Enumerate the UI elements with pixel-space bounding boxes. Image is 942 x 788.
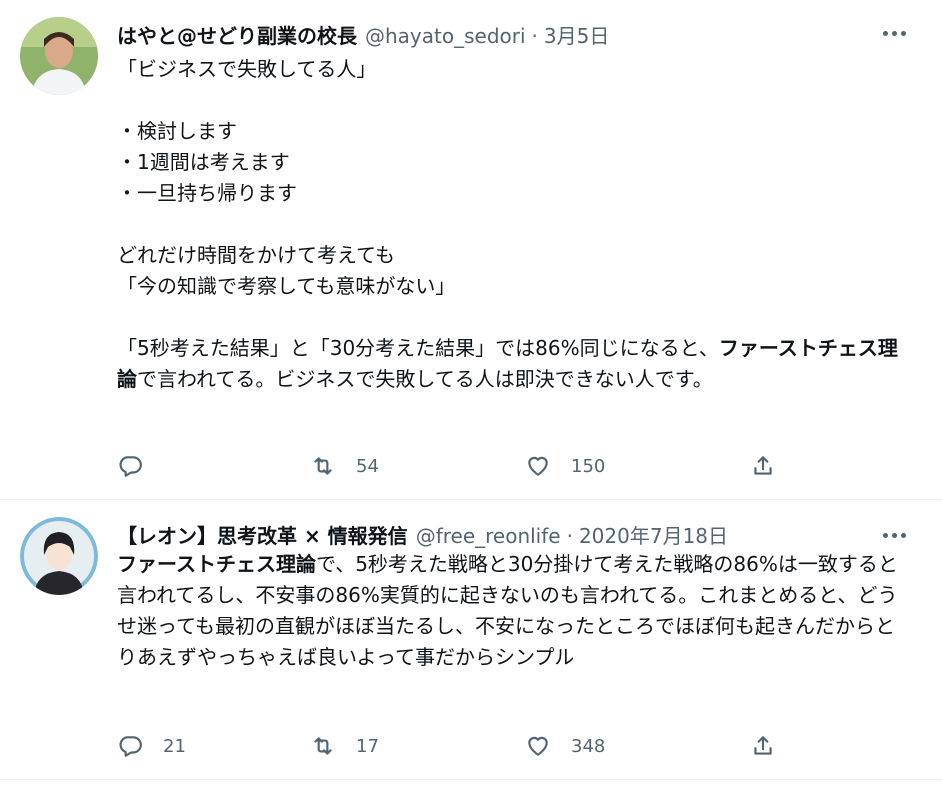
tweet-text: ファーストチェス理論で、5秒考えた戦略と30分掛けて考えた戦略の86%は一致する…	[117, 549, 912, 673]
text-line: 「ビジネスで失敗してる人」	[117, 57, 377, 81]
author-handle[interactable]: @free_reonlife	[416, 524, 561, 548]
tweet-actions: 21 17 348	[117, 726, 817, 766]
author-name[interactable]: はやと@せどり副業の校長	[117, 20, 357, 49]
bold-text: ファーストチェス理論	[117, 552, 316, 576]
avatar[interactable]	[20, 517, 98, 595]
avatar[interactable]	[20, 17, 98, 95]
tweet-date[interactable]: 3月5日	[544, 20, 609, 49]
text-paragraph: 「5秒考えた結果」と「30分考えた結果」では86%同じになると、ファーストチェス…	[117, 333, 912, 395]
tweet-header: はやと@せどり副業の校長 @hayato_sedori · 3月5日	[117, 20, 609, 50]
tweet-header: 【レオン】思考改革 × 情報発信 @free_reonlife · 2020年7…	[117, 520, 728, 550]
tweet-actions: 54 150	[117, 446, 817, 486]
separator: ·	[566, 524, 573, 548]
tweet-text: 「ビジネスで失敗してる人」 ・検討します ・1週間は考えます ・一旦持ち帰ります…	[117, 54, 912, 395]
reply-button[interactable]: 21	[117, 726, 186, 766]
text-line: ・1週間は考えます	[117, 150, 290, 174]
like-button[interactable]: 150	[525, 446, 605, 486]
text-line: ・検討します	[117, 119, 237, 143]
text-line: 「今の知識で考察しても意味がない」	[117, 274, 456, 298]
share-icon	[754, 456, 772, 475]
like-icon	[528, 736, 548, 756]
reply-count: 21	[163, 735, 186, 757]
share-button[interactable]	[750, 726, 776, 766]
text-line: ・一旦持ち帰ります	[117, 181, 297, 205]
like-count: 150	[571, 455, 606, 477]
retweet-icon	[314, 737, 332, 755]
more-icon[interactable]	[876, 18, 912, 48]
like-count: 348	[571, 735, 606, 757]
more-icon[interactable]	[876, 520, 912, 550]
retweet-count: 17	[356, 735, 379, 757]
tweet-date[interactable]: 2020年7月18日	[579, 520, 728, 549]
text-paragraph: ファーストチェス理論で、5秒考えた戦略と30分掛けて考えた戦略の86%は一致する…	[117, 549, 912, 673]
text-segment: で言われてる。ビジネスで失敗してる人は即決できない人です。	[137, 367, 713, 391]
author-handle[interactable]: @hayato_sedori	[365, 24, 526, 48]
text-line	[117, 209, 912, 240]
share-button[interactable]	[750, 446, 776, 486]
like-button[interactable]: 348	[525, 726, 605, 766]
tweet[interactable]: 【レオン】思考改革 × 情報発信 @free_reonlife · 2020年7…	[0, 500, 942, 780]
text-segment: 「5秒考えた結果」と「30分考えた結果」では86%同じになると、	[117, 336, 719, 360]
text-line	[117, 302, 912, 333]
retweet-button[interactable]: 17	[310, 726, 379, 766]
text-line: どれだけ時間をかけて考えても	[117, 243, 395, 267]
share-icon	[754, 736, 772, 755]
retweet-icon	[314, 457, 332, 475]
separator: ·	[531, 24, 538, 48]
like-icon	[528, 456, 548, 476]
reply-icon	[119, 456, 142, 477]
reply-button[interactable]	[117, 446, 163, 486]
reply-icon	[119, 736, 142, 757]
text-line	[117, 85, 912, 116]
author-name[interactable]: 【レオン】思考改革 × 情報発信	[117, 520, 408, 549]
tweet[interactable]: はやと@せどり副業の校長 @hayato_sedori · 3月5日 「ビジネス…	[0, 0, 942, 500]
retweet-count: 54	[356, 455, 379, 477]
retweet-button[interactable]: 54	[310, 446, 379, 486]
